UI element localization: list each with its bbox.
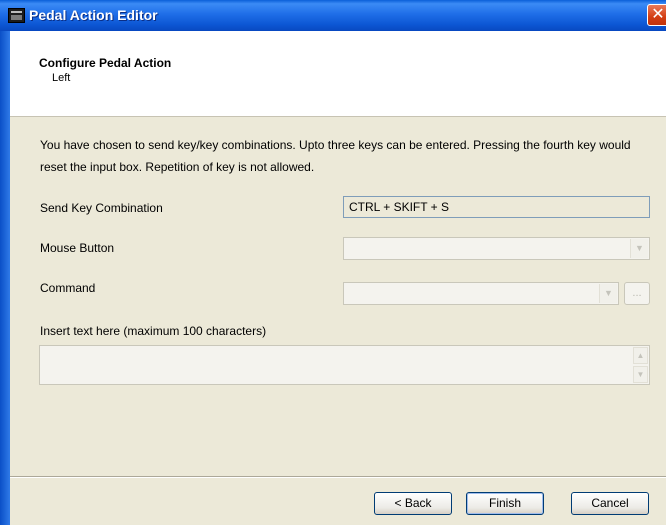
scroll-down-icon[interactable]: ▼ [633, 366, 648, 383]
window-left-border [0, 31, 10, 525]
footer-divider [10, 476, 666, 478]
send-key-input[interactable]: CTRL + SKIFT + S [343, 196, 650, 218]
back-button[interactable]: < Back [374, 492, 452, 515]
command-label: Command [40, 281, 96, 295]
instructions-text: You have chosen to send key/key combinat… [40, 138, 631, 174]
chevron-down-icon[interactable]: ▼ [599, 284, 617, 303]
scroll-up-icon[interactable]: ▲ [633, 347, 648, 364]
window-icon [8, 8, 25, 23]
close-button[interactable]: ✕ [647, 4, 666, 26]
chevron-down-icon[interactable]: ▼ [630, 239, 648, 258]
header-subtitle: Left [52, 72, 71, 84]
pedal-action-editor-window: Pedal Action Editor ✕ Configure Pedal Ac… [0, 0, 666, 525]
title-bar[interactable]: Pedal Action Editor ✕ [0, 0, 666, 31]
insert-text-area[interactable]: ▲ ▼ [39, 345, 650, 385]
mouse-button-label: Mouse Button [40, 241, 115, 255]
command-select[interactable]: ▼ [343, 282, 619, 305]
mouse-button-select[interactable]: ▼ [343, 237, 650, 260]
header-title: Configure Pedal Action [39, 56, 172, 70]
insert-text-label: Insert text here (maximum 100 characters… [40, 324, 267, 338]
finish-button[interactable]: Finish [466, 492, 544, 515]
send-key-label: Send Key Combination [40, 201, 163, 215]
wizard-header: Configure Pedal Action Left [10, 31, 666, 117]
cancel-button[interactable]: Cancel [571, 492, 649, 515]
browse-command-button[interactable]: ... [624, 282, 650, 305]
window-title: Pedal Action Editor [29, 7, 158, 23]
